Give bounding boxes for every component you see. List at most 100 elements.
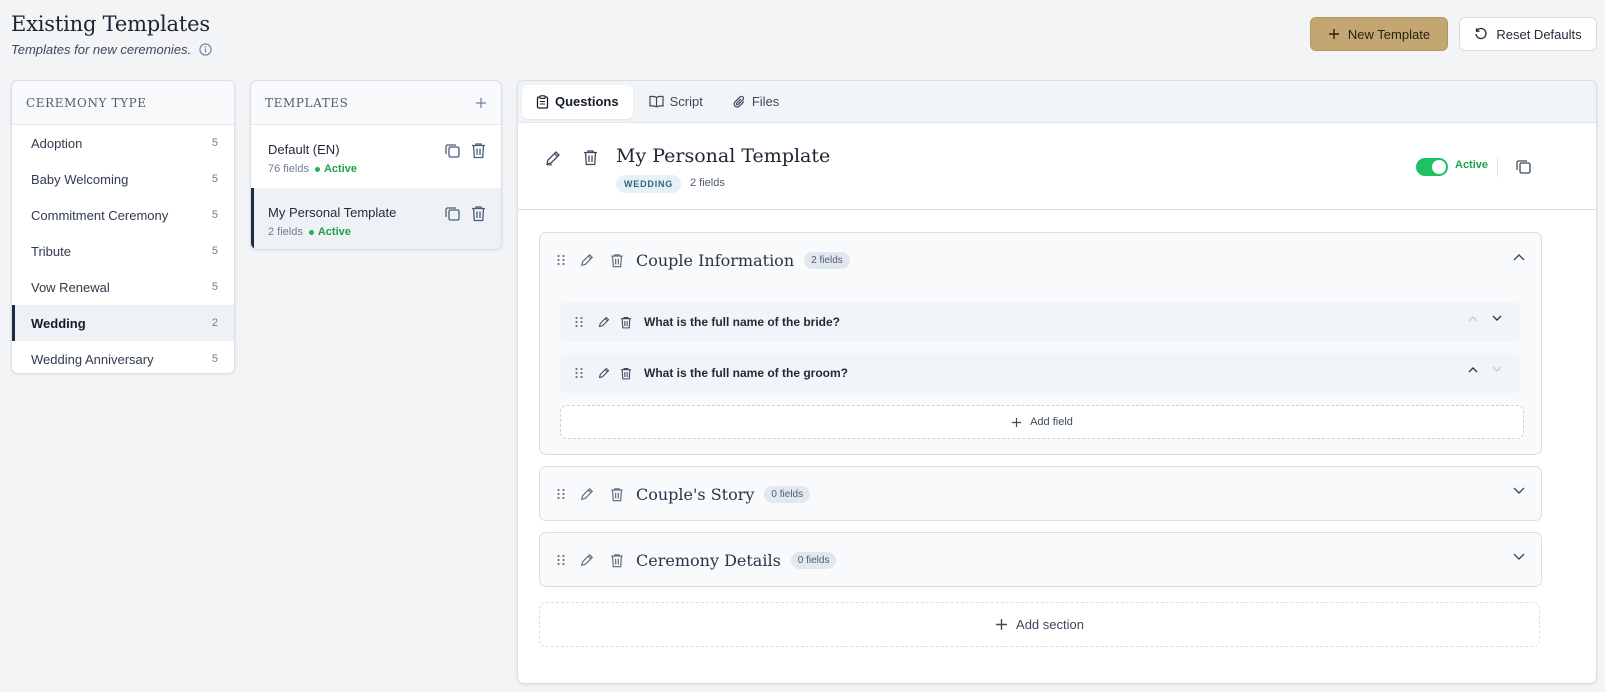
plus-icon bbox=[1011, 417, 1022, 428]
copy-icon[interactable] bbox=[443, 141, 461, 159]
template-field-count: 2 fields bbox=[268, 226, 303, 238]
add-section-button[interactable]: Add section bbox=[539, 602, 1540, 647]
section-field-badge: 0 fields bbox=[790, 551, 837, 569]
ceremony-panel-title: CEREMONY TYPE bbox=[26, 95, 147, 110]
delete-section-trash-icon[interactable] bbox=[610, 553, 624, 568]
drag-handle-icon[interactable] bbox=[574, 367, 584, 379]
ceremony-item-wedding-anniversary[interactable]: Wedding Anniversary 5 bbox=[12, 341, 234, 373]
ceremony-count: 2 bbox=[211, 317, 218, 329]
ceremony-item-baby-welcoming[interactable]: Baby Welcoming 5 bbox=[12, 161, 234, 197]
delete-field-trash-icon[interactable] bbox=[620, 316, 632, 329]
template-item-default-en[interactable]: Default (EN) 76 fields Active bbox=[251, 125, 501, 188]
drag-handle-icon[interactable] bbox=[556, 554, 566, 566]
template-actions bbox=[443, 204, 487, 222]
delete-template-trash-icon[interactable] bbox=[583, 149, 598, 166]
header-divider bbox=[1497, 157, 1498, 177]
ceremony-label: Wedding Anniversary bbox=[31, 351, 154, 367]
reset-icon bbox=[1474, 27, 1488, 41]
section-header[interactable]: Couple Information 2 fields bbox=[540, 233, 1541, 287]
reset-defaults-button[interactable]: Reset Defaults bbox=[1459, 17, 1597, 51]
ceremony-label: Baby Welcoming bbox=[31, 171, 129, 187]
tab-script[interactable]: Script bbox=[635, 85, 717, 119]
question-field-2[interactable]: What is the full name of the groom? bbox=[560, 353, 1520, 393]
field-reorder-arrows bbox=[1468, 366, 1502, 373]
copy-icon[interactable] bbox=[443, 204, 461, 222]
reset-defaults-label: Reset Defaults bbox=[1496, 26, 1582, 42]
section-title: Couple Information bbox=[636, 250, 795, 270]
section-ceremony-details: Ceremony Details 0 fields bbox=[539, 532, 1542, 587]
ceremony-item-commitment-ceremony[interactable]: Commitment Ceremony 5 bbox=[12, 197, 234, 233]
edit-section-pencil-icon[interactable] bbox=[580, 487, 594, 501]
ceremony-item-wedding[interactable]: Wedding 2 bbox=[12, 305, 234, 341]
add-template-plus-icon[interactable] bbox=[475, 97, 487, 109]
drag-handle-icon[interactable] bbox=[556, 488, 566, 500]
info-icon[interactable] bbox=[199, 43, 212, 56]
template-actions bbox=[443, 141, 487, 159]
question-text: What is the full name of the bride? bbox=[644, 315, 841, 329]
edit-section-pencil-icon[interactable] bbox=[580, 553, 594, 567]
active-toggle[interactable] bbox=[1416, 158, 1448, 176]
ceremony-count: 5 bbox=[211, 353, 218, 365]
plus-icon bbox=[995, 618, 1008, 631]
ceremony-count: 5 bbox=[211, 173, 218, 185]
section-title: Ceremony Details bbox=[636, 550, 781, 570]
chevron-down-icon[interactable] bbox=[1513, 553, 1525, 561]
tab-questions[interactable]: Questions bbox=[522, 84, 633, 119]
edit-field-pencil-icon[interactable] bbox=[598, 367, 610, 379]
template-editor-panel: Questions Script Files My Personal Templ… bbox=[517, 80, 1597, 684]
edit-section-pencil-icon[interactable] bbox=[580, 253, 594, 267]
active-toggle-label: Active bbox=[1455, 159, 1489, 171]
duplicate-template-copy-icon[interactable] bbox=[1515, 158, 1532, 175]
move-down-chevron-icon[interactable] bbox=[1492, 315, 1502, 322]
ceremony-label: Wedding bbox=[31, 315, 86, 331]
status-label: Active bbox=[323, 163, 358, 175]
section-header[interactable]: Ceremony Details 0 fields bbox=[540, 533, 1541, 587]
page-title: Existing Templates bbox=[11, 12, 210, 36]
trash-icon[interactable] bbox=[469, 204, 487, 222]
edit-field-pencil-icon[interactable] bbox=[598, 316, 610, 328]
edit-template-pencil-icon[interactable] bbox=[545, 150, 561, 166]
chevron-down-icon[interactable] bbox=[1513, 487, 1525, 495]
new-template-button[interactable]: New Template bbox=[1310, 17, 1448, 51]
chevron-up-icon[interactable] bbox=[1513, 253, 1525, 261]
book-icon bbox=[648, 95, 664, 108]
section-field-badge: 2 fields bbox=[804, 251, 850, 269]
drag-handle-icon[interactable] bbox=[574, 316, 584, 328]
paperclip-icon bbox=[733, 95, 746, 109]
template-title: My Personal Template bbox=[616, 145, 831, 167]
template-item-my-personal[interactable]: My Personal Template 2 fields Active bbox=[251, 188, 501, 249]
ceremony-item-adoption[interactable]: Adoption 5 bbox=[12, 125, 234, 161]
delete-section-trash-icon[interactable] bbox=[610, 253, 624, 268]
section-couple-information: Couple Information 2 fields What is the … bbox=[539, 232, 1542, 455]
ceremony-count: 5 bbox=[211, 281, 218, 293]
move-down-chevron-icon[interactable] bbox=[1492, 366, 1502, 373]
page-subtitle: Templates for new ceremonies. bbox=[11, 42, 212, 57]
add-field-button[interactable]: Add field bbox=[560, 405, 1524, 439]
templates-panel-title: TEMPLATES bbox=[265, 95, 349, 110]
move-up-chevron-icon[interactable] bbox=[1468, 366, 1478, 373]
new-template-label: New Template bbox=[1347, 26, 1431, 42]
ceremony-type-badge: WEDDING bbox=[616, 175, 682, 193]
ceremony-item-vow-renewal[interactable]: Vow Renewal 5 bbox=[12, 269, 234, 305]
ceremony-count: 5 bbox=[211, 245, 218, 257]
ceremony-label: Vow Renewal bbox=[31, 279, 110, 295]
drag-handle-icon[interactable] bbox=[556, 254, 566, 266]
section-header[interactable]: Couple's Story 0 fields bbox=[540, 467, 1541, 521]
clipboard-icon bbox=[536, 94, 549, 109]
section-field-badge: 0 fields bbox=[764, 485, 811, 503]
ceremony-item-tribute[interactable]: Tribute 5 bbox=[12, 233, 234, 269]
template-field-count: 76 fields bbox=[268, 163, 309, 175]
question-text: What is the full name of the groom? bbox=[644, 366, 848, 380]
trash-icon[interactable] bbox=[469, 141, 487, 159]
templates-panel: TEMPLATES Default (EN) 76 fields Active … bbox=[250, 80, 502, 250]
delete-field-trash-icon[interactable] bbox=[620, 367, 632, 380]
delete-section-trash-icon[interactable] bbox=[610, 487, 624, 502]
editor-tabs: Questions Script Files bbox=[518, 81, 1596, 123]
status-label: Active bbox=[317, 226, 351, 238]
move-up-chevron-icon[interactable] bbox=[1468, 315, 1478, 322]
tab-files[interactable]: Files bbox=[719, 85, 793, 119]
question-field-1[interactable]: What is the full name of the bride? bbox=[560, 302, 1520, 342]
section-title: Couple's Story bbox=[636, 484, 755, 504]
tab-label: Script bbox=[669, 94, 703, 109]
ceremony-panel-header: CEREMONY TYPE bbox=[12, 81, 234, 125]
